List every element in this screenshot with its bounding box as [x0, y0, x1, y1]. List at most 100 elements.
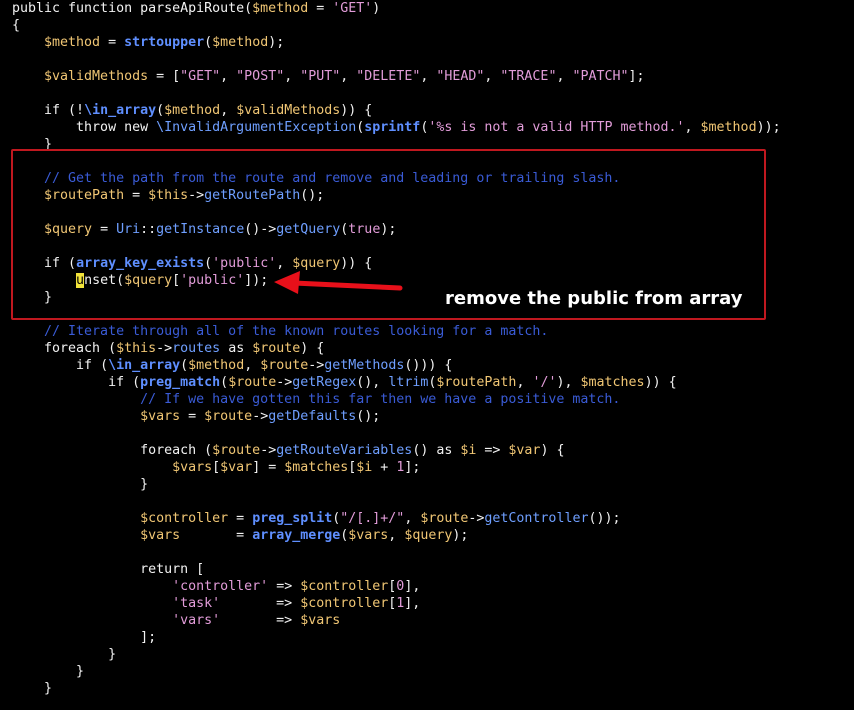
code-line[interactable]: if (preg_match($route->getRegex(), ltrim…: [12, 374, 854, 391]
arrow-shaft: [291, 280, 403, 291]
code-line[interactable]: [12, 493, 854, 510]
code-token: \in_array: [84, 103, 157, 118]
code-token: // Iterate through all of the known rout…: [12, 324, 549, 339]
code-token: ();: [356, 409, 381, 424]
code-line[interactable]: throw new \InvalidArgumentException(spri…: [12, 119, 854, 136]
code-token: = [: [148, 69, 181, 84]
code-token: $vars: [12, 460, 213, 475]
code-token: ) {: [540, 443, 565, 458]
code-token: $vars: [300, 613, 341, 628]
code-token: getMethods: [324, 358, 405, 373]
code-line[interactable]: $vars[$var] = $matches[$i + 1];: [12, 459, 854, 476]
code-line[interactable]: {: [12, 17, 854, 34]
code-token: $route: [228, 375, 277, 390]
code-token: =: [180, 409, 205, 424]
code-token: $query: [404, 528, 453, 543]
code-line[interactable]: public function parseApiRoute($method = …: [12, 0, 854, 17]
code-token: (: [204, 443, 213, 458]
code-token: )) {: [644, 375, 677, 390]
code-line[interactable]: if (!\in_array($method, $validMethods)) …: [12, 102, 854, 119]
code-line[interactable]: 'vars' => $vars: [12, 612, 854, 629]
code-line[interactable]: }: [12, 680, 854, 697]
code-token: (: [156, 103, 165, 118]
code-token: ());: [588, 511, 621, 526]
code-line[interactable]: [12, 425, 854, 442]
code-line[interactable]: [12, 85, 854, 102]
code-token: =>: [268, 579, 301, 594]
annotation-label: remove the public from array: [445, 288, 743, 309]
code-line[interactable]: $method = strtoupper($method);: [12, 34, 854, 51]
code-line[interactable]: foreach ($this->routes as $route) {: [12, 340, 854, 357]
code-line[interactable]: [12, 51, 854, 68]
code-editor[interactable]: public function parseApiRoute($method = …: [12, 0, 854, 697]
code-token: (: [180, 358, 189, 373]
code-token: (: [204, 35, 213, 50]
code-line[interactable]: }: [12, 476, 854, 493]
code-token: \InvalidArgumentException: [156, 120, 357, 135]
code-token: =: [308, 1, 333, 16]
code-token: ));: [756, 120, 781, 135]
code-token: "/[.]+/": [340, 511, 405, 526]
code-token: if: [12, 375, 133, 390]
code-line[interactable]: }: [12, 663, 854, 680]
code-token: ,: [388, 528, 405, 543]
arrow-left-icon: [274, 271, 403, 294]
code-token: ,: [420, 69, 437, 84]
code-line[interactable]: [12, 544, 854, 561]
code-line[interactable]: $vars = array_merge($vars, $query);: [12, 527, 854, 544]
code-token: "PATCH": [572, 69, 629, 84]
code-token: =: [228, 511, 253, 526]
code-token: ,: [220, 103, 237, 118]
code-token: $routePath: [436, 375, 517, 390]
code-line[interactable]: $validMethods = ["GET", "POST", "PUT", "…: [12, 68, 854, 85]
code-line[interactable]: // If we have gotten this far then we ha…: [12, 391, 854, 408]
code-token: {: [12, 18, 21, 33]
code-token: $route: [212, 443, 261, 458]
code-token: ,: [404, 511, 421, 526]
code-token: $method: [188, 358, 245, 373]
code-token: array_merge: [252, 528, 341, 543]
code-token: =>: [220, 596, 301, 611]
code-token: return: [12, 562, 197, 577]
code-line[interactable]: if (\in_array($method, $route->getMethod…: [12, 357, 854, 374]
code-token: "POST": [236, 69, 285, 84]
code-token: (: [220, 375, 229, 390]
code-token: ,: [284, 69, 301, 84]
code-token: // If we have gotten this far then we ha…: [12, 392, 621, 407]
code-line[interactable]: $controller = preg_split("/[.]+/", $rout…: [12, 510, 854, 527]
code-token: ,: [516, 375, 533, 390]
code-token: $method: [252, 1, 309, 16]
code-token: foreach: [12, 341, 109, 356]
code-line[interactable]: foreach ($route->getRouteVariables() as …: [12, 442, 854, 459]
code-token: ],: [404, 579, 421, 594]
code-token: ): [372, 1, 381, 16]
code-token: parseApiRoute(: [140, 1, 253, 16]
code-token: '%s is not a valid HTTP method.': [428, 120, 685, 135]
code-token: ->: [252, 409, 269, 424]
code-token: ];: [628, 69, 645, 84]
code-token: 'task': [12, 596, 221, 611]
arrow-head: [274, 271, 300, 294]
code-token: ,: [556, 69, 573, 84]
code-line[interactable]: $vars = $route->getDefaults();: [12, 408, 854, 425]
code-token: ltrim: [388, 375, 429, 390]
code-line[interactable]: // Iterate through all of the known rout…: [12, 323, 854, 340]
code-line[interactable]: 'task' => $controller[1],: [12, 595, 854, 612]
code-token: ,: [340, 69, 357, 84]
code-token: throw new: [12, 120, 157, 135]
code-token: as: [220, 341, 253, 356]
code-token: =>: [476, 443, 509, 458]
code-token: $route: [260, 358, 309, 373]
code-token: +: [372, 460, 397, 475]
code-token: (),: [356, 375, 389, 390]
code-line[interactable]: }: [12, 646, 854, 663]
code-token: [: [196, 562, 205, 577]
code-token: $controller: [300, 579, 389, 594]
code-token: }: [12, 681, 53, 696]
code-token: as: [428, 443, 461, 458]
code-token: ->: [308, 358, 325, 373]
code-line[interactable]: ];: [12, 629, 854, 646]
code-token: foreach: [12, 443, 205, 458]
code-line[interactable]: return [: [12, 561, 854, 578]
code-line[interactable]: 'controller' => $controller[0],: [12, 578, 854, 595]
